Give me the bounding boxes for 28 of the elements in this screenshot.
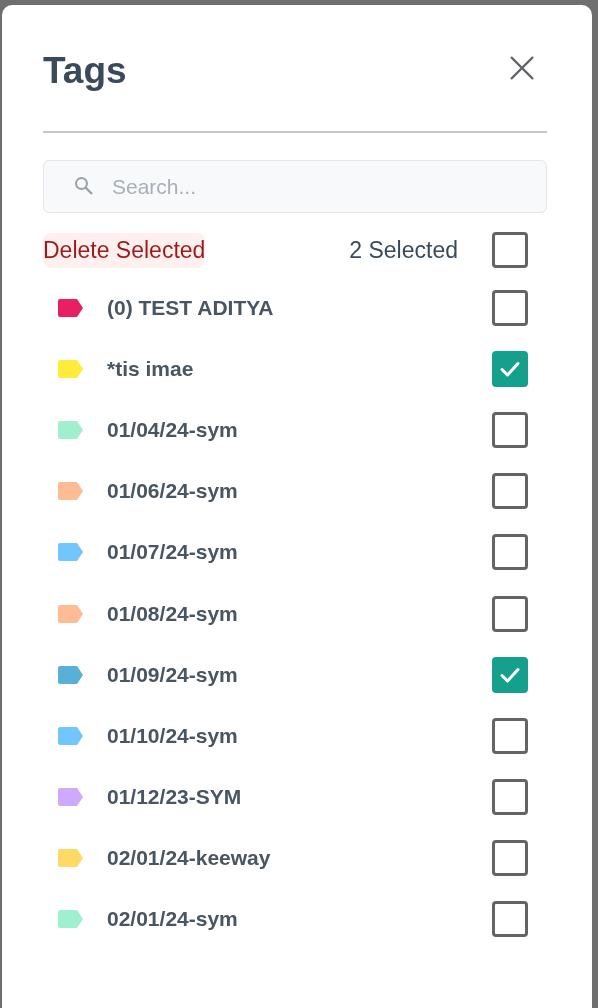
dialog-title: Tags bbox=[43, 49, 127, 92]
tag-name: 01/10/24-sym bbox=[107, 723, 239, 748]
tag-name: 02/01/24-keeway bbox=[107, 846, 272, 871]
close-button[interactable] bbox=[509, 55, 535, 81]
tag-checkbox[interactable] bbox=[492, 840, 528, 877]
tag-checkbox[interactable] bbox=[492, 595, 528, 632]
tag-name: 01/08/24-sym bbox=[107, 601, 239, 626]
tag-name: 01/07/24-sym bbox=[107, 540, 239, 565]
selected-count: 2 Selected bbox=[349, 236, 458, 264]
tag-name: (0) TEST ADITYA bbox=[107, 295, 275, 320]
tag-checkbox[interactable] bbox=[492, 350, 528, 387]
tag-name: 01/04/24-sym bbox=[107, 417, 239, 442]
tag-checkbox[interactable] bbox=[492, 473, 528, 510]
tag-checkbox[interactable] bbox=[492, 717, 528, 754]
search-field[interactable]: Search... bbox=[43, 160, 547, 213]
tag-checkbox[interactable] bbox=[492, 534, 528, 571]
tag-checkbox[interactable] bbox=[492, 779, 528, 816]
delete-selected-button[interactable]: Delete Selected bbox=[43, 232, 206, 268]
tag-name: 01/09/24-sym bbox=[107, 662, 239, 687]
tag-checkbox[interactable] bbox=[492, 656, 528, 693]
tag-name: 01/06/24-sym bbox=[107, 479, 239, 504]
tag-name: 01/12/23-SYM bbox=[107, 785, 243, 810]
tag-checkbox[interactable] bbox=[492, 289, 528, 326]
tag-checkbox[interactable] bbox=[492, 411, 528, 448]
tag-checkbox[interactable] bbox=[492, 901, 528, 938]
tag-name: 02/01/24-sym bbox=[107, 907, 239, 932]
tag-name: *tis imae bbox=[107, 356, 195, 381]
select-all-checkbox[interactable] bbox=[492, 232, 528, 268]
